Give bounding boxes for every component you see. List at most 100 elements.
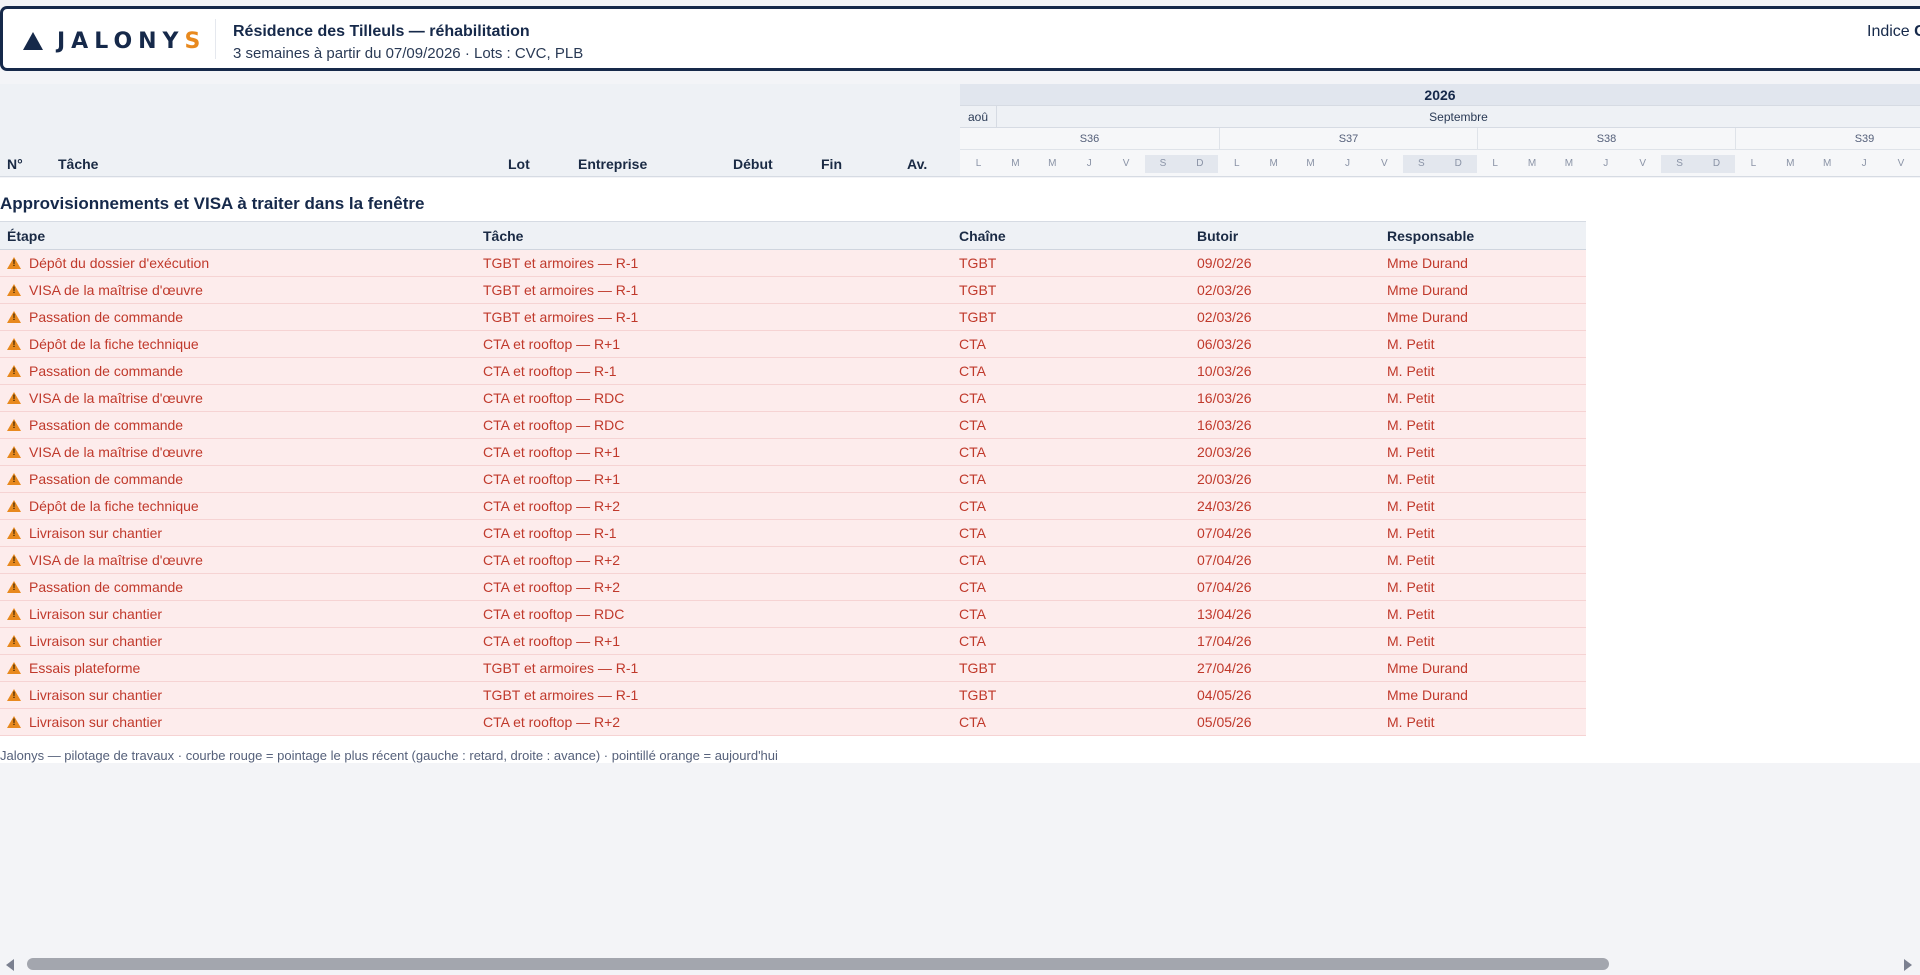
step-label: Livraison sur chantier [29, 687, 163, 703]
scroll-right-arrow-icon[interactable] [1904, 959, 1912, 971]
timeline-day: M [1048, 158, 1057, 169]
task-cell: CTA et rooftop — R+2 [476, 546, 952, 574]
task-cell: TGBT et armoires — R-1 [476, 654, 952, 682]
owner-cell: M. Petit [1380, 330, 1586, 358]
warning-icon [7, 365, 21, 377]
chain-cell: TGBT [952, 249, 1190, 277]
procurement-row[interactable]: Livraison sur chantier CTA et rooftop — R… [0, 708, 1586, 736]
step-label: Dépôt de la fiche technique [29, 498, 199, 514]
timeline-day: V [1122, 158, 1130, 169]
task-cell: TGBT et armoires — R-1 [476, 276, 952, 304]
deadline-cell: 05/05/26 [1190, 708, 1380, 736]
step-label: Dépôt du dossier d'exécution [29, 255, 210, 271]
column-header-owner[interactable]: Responsable [1380, 221, 1586, 250]
column-header-step[interactable]: Étape [0, 221, 476, 250]
timeline-day: M [1011, 158, 1020, 169]
step-cell: Dépôt de la fiche technique [0, 330, 476, 358]
step-cell: Livraison sur chantier [0, 708, 476, 736]
chain-cell: CTA [952, 330, 1190, 358]
column-header-company[interactable]: Entreprise [578, 156, 647, 172]
warning-icon [7, 662, 21, 674]
warning-icon [7, 338, 21, 350]
procurement-row[interactable]: Livraison sur chantier TGBT et armoires —… [0, 681, 1586, 709]
column-header-chain[interactable]: Chaîne [952, 221, 1190, 250]
owner-cell: M. Petit [1380, 411, 1586, 439]
task-cell: TGBT et armoires — R-1 [476, 249, 952, 277]
procurement-row[interactable]: VISA de la maîtrise d'œuvre CTA et roofto… [0, 546, 1586, 574]
procurement-table-body: Dépôt du dossier d'exécution TGBT et armo… [0, 249, 1586, 736]
procurement-row[interactable]: Passation de commande CTA et rooftop — R-… [0, 357, 1586, 385]
timeline-day: D [1181, 155, 1219, 173]
deadline-cell: 02/03/26 [1190, 276, 1380, 304]
deadline-cell: 20/03/26 [1190, 438, 1380, 466]
timeline-day: J [1603, 158, 1609, 169]
chain-cell: CTA [952, 708, 1190, 736]
procurement-row[interactable]: Passation de commande TGBT et armoires — … [0, 303, 1586, 331]
owner-cell: Mme Durand [1380, 654, 1586, 682]
deadline-cell: 17/04/26 [1190, 627, 1380, 655]
warning-icon [7, 392, 21, 404]
column-header-task[interactable]: Tâche [476, 221, 952, 250]
task-grid-header: N° Tâche Lot Entreprise Début Fin Av. [0, 84, 960, 177]
deadline-cell: 20/03/26 [1190, 465, 1380, 493]
step-cell: Passation de commande [0, 357, 476, 385]
column-header-number[interactable]: N° [7, 156, 23, 172]
warning-icon [7, 716, 21, 728]
procurement-row[interactable]: Livraison sur chantier CTA et rooftop — R… [0, 627, 1586, 655]
procurement-row[interactable]: Livraison sur chantier CTA et rooftop — R… [0, 519, 1586, 547]
procurement-row[interactable]: Dépôt de la fiche technique CTA et roofto… [0, 492, 1586, 520]
owner-cell: M. Petit [1380, 492, 1586, 520]
timeline-day: M [1269, 158, 1278, 169]
procurement-row[interactable]: Passation de commande CTA et rooftop — R+… [0, 573, 1586, 601]
app-logo[interactable]: JALONY S [23, 27, 206, 55]
step-label: Livraison sur chantier [29, 606, 163, 622]
step-label: VISA de la maîtrise d'œuvre [29, 282, 203, 298]
column-header-progress[interactable]: Av. [907, 156, 927, 172]
chain-cell: TGBT [952, 654, 1190, 682]
revision-value: C [1914, 23, 1920, 40]
project-title: Résidence des Tilleuls — réhabilitation [233, 23, 530, 40]
procurement-row[interactable]: Dépôt du dossier d'exécution TGBT et armo… [0, 249, 1586, 277]
task-cell: CTA et rooftop — R+2 [476, 573, 952, 601]
procurement-row[interactable]: Essais plateforme TGBT et armoires — R-1T… [0, 654, 1586, 682]
step-label: Livraison sur chantier [29, 633, 163, 649]
procurement-row[interactable]: Livraison sur chantier CTA et rooftop — R… [0, 600, 1586, 628]
scroll-left-arrow-icon[interactable] [6, 959, 14, 971]
column-header-start[interactable]: Début [733, 156, 773, 172]
step-label: VISA de la maîtrise d'œuvre [29, 444, 203, 460]
column-header-lot[interactable]: Lot [508, 156, 530, 172]
timeline-weeks: S36 S37 S38 S39 [960, 128, 1920, 150]
procurement-row[interactable]: VISA de la maîtrise d'œuvre CTA et roofto… [0, 438, 1586, 466]
procurement-row[interactable]: Passation de commande CTA et rooftop — RD… [0, 411, 1586, 439]
task-cell: CTA et rooftop — RDC [476, 600, 952, 628]
column-header-task[interactable]: Tâche [58, 156, 98, 172]
procurement-row[interactable]: VISA de la maîtrise d'œuvre TGBT et armoi… [0, 276, 1586, 304]
owner-cell: M. Petit [1380, 357, 1586, 385]
scrollbar-thumb[interactable] [27, 958, 1609, 970]
task-cell: CTA et rooftop — RDC [476, 411, 952, 439]
timeline-week: S38 [1477, 128, 1735, 150]
revision-label: Indice [1867, 23, 1910, 40]
step-label: Passation de commande [29, 471, 184, 487]
deadline-cell: 07/04/26 [1190, 573, 1380, 601]
chain-cell: CTA [952, 573, 1190, 601]
column-header-deadline[interactable]: Butoir [1190, 221, 1380, 250]
procurement-row[interactable]: VISA de la maîtrise d'œuvre CTA et roofto… [0, 384, 1586, 412]
warning-icon [7, 689, 21, 701]
deadline-cell: 07/04/26 [1190, 546, 1380, 574]
step-cell: Livraison sur chantier [0, 681, 476, 709]
timeline-day: M [1786, 158, 1795, 169]
column-header-end[interactable]: Fin [821, 156, 842, 172]
app-header: JALONY S Résidence des Tilleuls — réhabil… [0, 6, 1920, 71]
step-cell: Dépôt de la fiche technique [0, 492, 476, 520]
owner-cell: M. Petit [1380, 546, 1586, 574]
deadline-cell: 09/02/26 [1190, 249, 1380, 277]
horizontal-scrollbar[interactable] [0, 954, 1920, 974]
logo-wordmark: JALONY [57, 28, 185, 54]
timeline-day: S [1144, 155, 1182, 173]
timeline-month: Septembre [1429, 110, 1488, 124]
procurement-row[interactable]: Passation de commande CTA et rooftop — R+… [0, 465, 1586, 493]
step-label: VISA de la maîtrise d'œuvre [29, 390, 203, 406]
step-label: Livraison sur chantier [29, 525, 163, 541]
procurement-row[interactable]: Dépôt de la fiche technique CTA et roofto… [0, 330, 1586, 358]
